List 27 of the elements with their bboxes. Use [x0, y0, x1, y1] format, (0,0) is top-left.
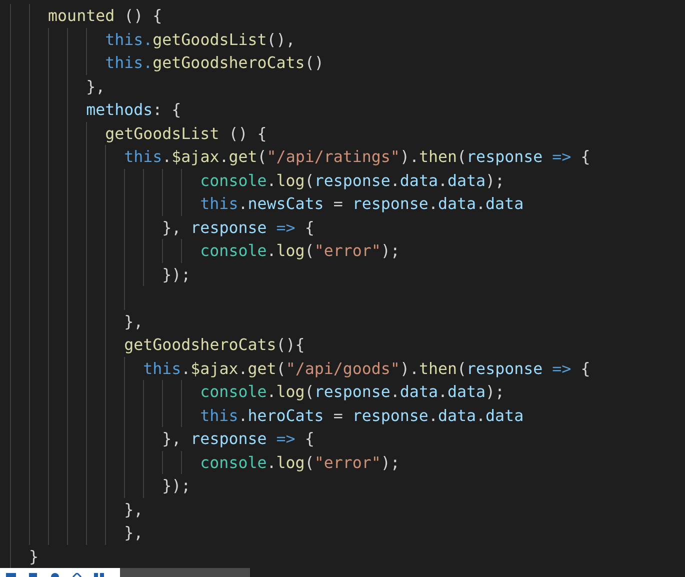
toolbar-icon[interactable]: [94, 573, 104, 577]
code-line: }, response => {: [10, 216, 314, 239]
code-line: }, response => {: [10, 427, 314, 450]
code-line: console.log("error");: [10, 239, 400, 262]
code-line: },: [10, 521, 144, 544]
toolbar-icon[interactable]: [72, 573, 82, 577]
code-line: console.log(response.data.data);: [10, 168, 505, 192]
code-line: console.log(response.data.data);: [10, 380, 505, 404]
toolbar-icon[interactable]: [28, 573, 38, 577]
code-line: console.log("error");: [10, 450, 400, 474]
code-line: this.heroCats = response.data.data: [10, 404, 524, 427]
scrollbar[interactable]: [120, 568, 250, 577]
code-line: methods: {: [10, 98, 182, 122]
code-line: this.getGoodsheroCats(): [10, 51, 324, 74]
code-line: },: [10, 310, 144, 333]
code-line: this.newsCats = response.data.data: [10, 192, 524, 216]
code-line: },: [10, 74, 106, 98]
code-line: });: [10, 262, 191, 286]
code-line: getGoodsList () {: [10, 122, 267, 145]
toolbar-icon[interactable]: [50, 573, 60, 577]
code-line: this.getGoodsList(),: [10, 28, 296, 51]
code-line: mounted () {: [10, 4, 162, 28]
code-line: getGoodsheroCats(){: [10, 333, 305, 356]
code-line: this.$ajax.get("/api/ratings").then(response => {: [10, 145, 590, 168]
code-line: this.$ajax.get("/api/goods").then(response => {: [10, 356, 590, 380]
code-line: });: [10, 474, 191, 498]
code-line: },: [10, 498, 144, 521]
